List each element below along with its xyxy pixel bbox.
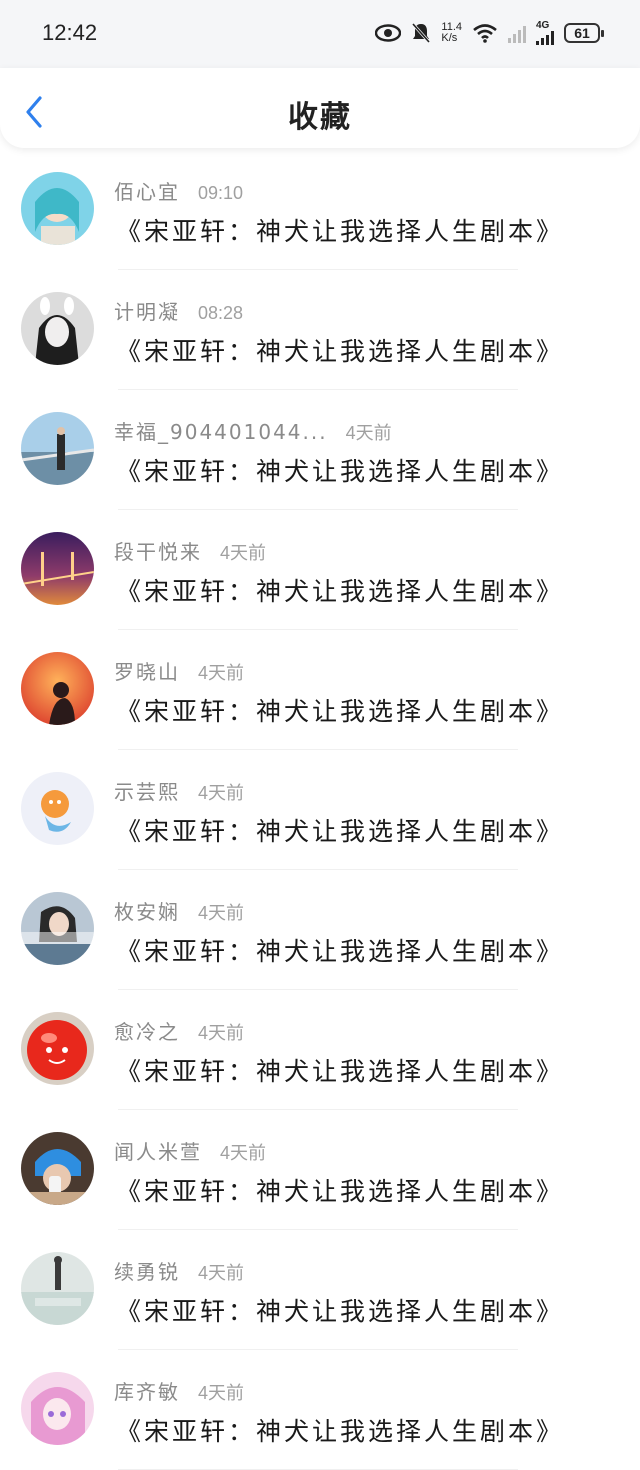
item-meta: 段干悦来 4天前: [114, 536, 266, 565]
item-time: 4天前: [345, 423, 392, 443]
user-name: 佰心宜: [114, 180, 180, 204]
user-name: 库齐敏: [114, 1380, 180, 1404]
user-name: 段干悦来: [114, 540, 202, 564]
net-speed-unit: K/s: [441, 32, 458, 44]
user-name: 愈冷之: [114, 1020, 180, 1044]
user-name: 闻人米萱: [114, 1140, 202, 1164]
item-title: 《宋亚轩：神犬让我选择人生剧本》: [116, 1057, 565, 1086]
user-name: 枚安娴: [114, 900, 180, 924]
status-icons: 11.4 K/s 4G 61: [375, 16, 604, 50]
list-item[interactable]: 库齐敏 4天前 《宋亚轩：神犬让我选择人生剧本》: [0, 1350, 640, 1470]
item-title: 《宋亚轩：神犬让我选择人生剧本》: [116, 817, 565, 846]
item-meta: 库齐敏 4天前: [114, 1376, 244, 1405]
battery-level: 61: [574, 25, 590, 41]
list-item[interactable]: 愈冷之 4天前 《宋亚轩：神犬让我选择人生剧本》: [0, 990, 640, 1110]
user-name: 幸福_904401044...: [114, 420, 328, 444]
item-time: 09:10: [198, 183, 244, 203]
signal-icon: [508, 23, 526, 43]
item-meta: 闻人米萱 4天前: [114, 1136, 266, 1165]
avatar[interactable]: [21, 292, 94, 365]
item-time: 08:28: [198, 303, 244, 323]
item-title: 《宋亚轩：神犬让我选择人生剧本》: [116, 1417, 565, 1446]
item-meta: 枚安娴 4天前: [114, 896, 244, 925]
item-meta: 示芸熙 4天前: [114, 776, 244, 805]
bell-muted-icon: [411, 22, 431, 44]
item-time: 4天前: [198, 783, 245, 803]
list-item[interactable]: 计明凝 08:28 《宋亚轩：神犬让我选择人生剧本》: [0, 270, 640, 390]
list-item[interactable]: 闻人米萱 4天前 《宋亚轩：神犬让我选择人生剧本》: [0, 1110, 640, 1230]
item-title: 《宋亚轩：神犬让我选择人生剧本》: [116, 457, 565, 486]
item-title: 《宋亚轩：神犬让我选择人生剧本》: [116, 937, 565, 966]
user-name: 示芸熙: [114, 780, 180, 804]
eye-icon: [375, 24, 402, 42]
signal-4g-icon: 4G: [536, 21, 554, 45]
user-name: 计明凝: [114, 300, 180, 324]
list-item[interactable]: 罗晓山 4天前 《宋亚轩：神犬让我选择人生剧本》: [0, 630, 640, 750]
nav-bar: 收藏: [0, 68, 640, 148]
page-title: 收藏: [288, 100, 352, 135]
list-item[interactable]: 幸福_904401044... 4天前 《宋亚轩：神犬让我选择人生剧本》: [0, 390, 640, 510]
item-meta: 计明凝 08:28: [114, 296, 243, 325]
avatar[interactable]: [21, 412, 94, 485]
battery-icon: 61: [564, 23, 604, 43]
list-item[interactable]: 段干悦来 4天前 《宋亚轩：神犬让我选择人生剧本》: [0, 510, 640, 630]
item-time: 4天前: [220, 543, 267, 563]
item-meta: 罗晓山 4天前: [114, 656, 244, 685]
avatar[interactable]: [21, 892, 94, 965]
avatar[interactable]: [21, 1012, 94, 1085]
item-time: 4天前: [198, 663, 245, 683]
network-type: 4G: [536, 20, 550, 31]
item-title: 《宋亚轩：神犬让我选择人生剧本》: [116, 217, 565, 246]
list-item[interactable]: 佰心宜 09:10 《宋亚轩：神犬让我选择人生剧本》: [0, 150, 640, 270]
list-item[interactable]: 枚安娴 4天前 《宋亚轩：神犬让我选择人生剧本》: [0, 870, 640, 990]
item-title: 《宋亚轩：神犬让我选择人生剧本》: [116, 1297, 565, 1326]
avatar[interactable]: [21, 1252, 94, 1325]
item-title: 《宋亚轩：神犬让我选择人生剧本》: [116, 577, 565, 606]
item-title: 《宋亚轩：神犬让我选择人生剧本》: [116, 337, 565, 366]
status-bar: 12:42 11.4 K/s 4G 61: [0, 0, 640, 68]
list-item[interactable]: 续勇锐 4天前 《宋亚轩：神犬让我选择人生剧本》: [0, 1230, 640, 1350]
user-name: 罗晓山: [114, 660, 180, 684]
item-time: 4天前: [198, 1263, 245, 1283]
item-time: 4天前: [220, 1143, 267, 1163]
item-time: 4天前: [198, 1383, 245, 1403]
item-time: 4天前: [198, 903, 245, 923]
item-meta: 幸福_904401044... 4天前: [114, 416, 392, 445]
avatar[interactable]: [21, 1372, 94, 1445]
user-name: 续勇锐: [114, 1260, 180, 1284]
list-item[interactable]: 示芸熙 4天前 《宋亚轩：神犬让我选择人生剧本》: [0, 750, 640, 870]
avatar[interactable]: [21, 652, 94, 725]
favorites-list: 佰心宜 09:10 《宋亚轩：神犬让我选择人生剧本》 计明凝 08:28 《宋亚…: [0, 150, 640, 1470]
avatar[interactable]: [21, 772, 94, 845]
avatar[interactable]: [21, 532, 94, 605]
wifi-icon: [472, 23, 498, 43]
item-title: 《宋亚轩：神犬让我选择人生剧本》: [116, 697, 565, 726]
item-time: 4天前: [198, 1023, 245, 1043]
item-meta: 愈冷之 4天前: [114, 1016, 244, 1045]
status-time: 12:42: [42, 20, 98, 45]
avatar[interactable]: [21, 172, 94, 245]
item-meta: 续勇锐 4天前: [114, 1256, 244, 1285]
item-meta: 佰心宜 09:10: [114, 176, 243, 205]
net-speed: 11.4 K/s: [441, 22, 462, 44]
item-title: 《宋亚轩：神犬让我选择人生剧本》: [116, 1177, 565, 1206]
avatar[interactable]: [21, 1132, 94, 1205]
